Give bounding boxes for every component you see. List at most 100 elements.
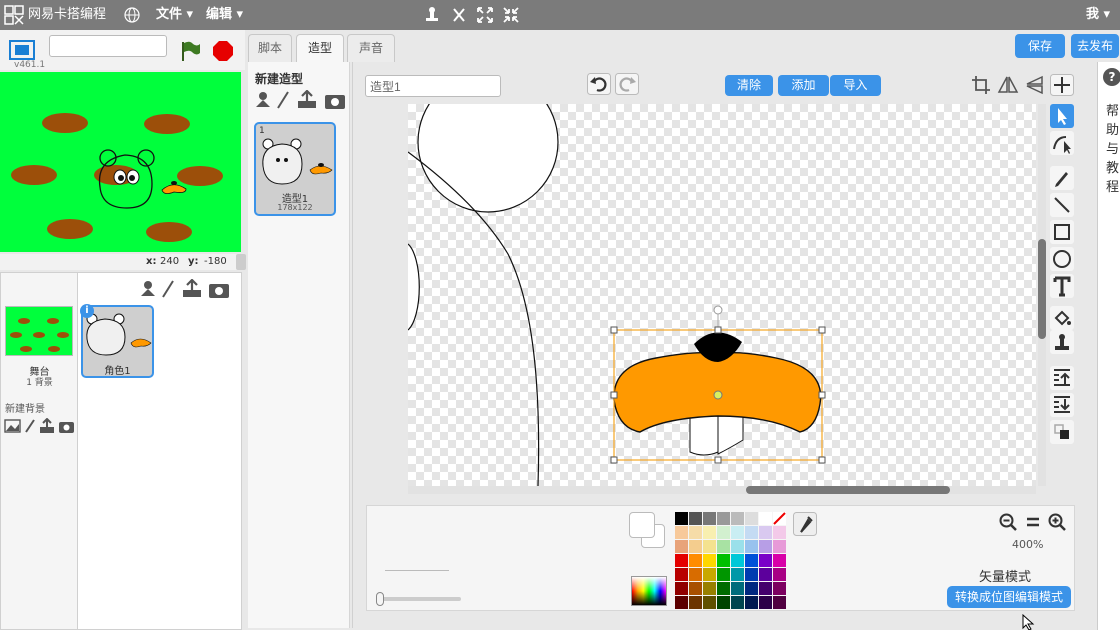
camera-backdrop-icon[interactable] bbox=[59, 422, 74, 433]
color-swatch[interactable] bbox=[689, 526, 702, 539]
color-swatch[interactable] bbox=[745, 568, 758, 581]
color-swatch[interactable] bbox=[759, 540, 772, 553]
color-swatch[interactable] bbox=[689, 582, 702, 595]
clear-button[interactable]: 清除 bbox=[725, 75, 773, 96]
color-swatch[interactable] bbox=[689, 596, 702, 609]
color-swatch[interactable] bbox=[703, 526, 716, 539]
line-width-slider-thumb[interactable] bbox=[376, 592, 384, 606]
user-menu[interactable]: 我 ▾ bbox=[1086, 0, 1110, 30]
color-swatch[interactable] bbox=[773, 582, 786, 595]
upload-costume-icon[interactable] bbox=[298, 90, 316, 108]
resize-handle[interactable] bbox=[818, 391, 826, 399]
color-swatch[interactable] bbox=[703, 554, 716, 567]
help-icon[interactable]: ? bbox=[1103, 68, 1120, 86]
upload-backdrop-icon[interactable] bbox=[40, 418, 54, 433]
zoom-in-icon[interactable] bbox=[1047, 512, 1067, 532]
collapse-stage-handle[interactable] bbox=[236, 254, 246, 270]
backdrop-library-icon[interactable] bbox=[4, 419, 21, 433]
color-swatch[interactable] bbox=[731, 526, 744, 539]
color-swatch[interactable] bbox=[703, 596, 716, 609]
color-swatch[interactable] bbox=[773, 596, 786, 609]
color-swatch[interactable] bbox=[717, 526, 730, 539]
color-swatch[interactable] bbox=[689, 568, 702, 581]
resize-handle[interactable] bbox=[714, 456, 722, 464]
color-swatch[interactable] bbox=[759, 554, 772, 567]
color-swatch[interactable] bbox=[675, 540, 688, 553]
no-color-icon[interactable] bbox=[773, 512, 786, 525]
color-swatch[interactable] bbox=[703, 512, 716, 525]
file-menu[interactable]: 文件 ▾ bbox=[156, 0, 193, 30]
color-palette[interactable] bbox=[675, 512, 787, 609]
stop-icon[interactable] bbox=[212, 40, 234, 62]
green-flag-icon[interactable] bbox=[180, 40, 202, 62]
line-tool-icon[interactable] bbox=[1050, 193, 1074, 217]
stamp-tool-icon[interactable] bbox=[1050, 330, 1074, 354]
set-center-icon[interactable] bbox=[1050, 74, 1074, 96]
color-swatch[interactable] bbox=[675, 568, 688, 581]
upload-sprite-icon[interactable] bbox=[183, 279, 201, 297]
grow-icon[interactable] bbox=[476, 6, 494, 24]
color-swatch[interactable] bbox=[717, 554, 730, 567]
sprite-library-icon[interactable] bbox=[141, 281, 155, 296]
eyedropper-icon[interactable] bbox=[793, 512, 817, 536]
sprite-name-input[interactable] bbox=[49, 35, 167, 57]
color-swatch[interactable] bbox=[675, 512, 688, 525]
drawing-canvas[interactable] bbox=[408, 104, 1036, 486]
publish-button[interactable]: 去发布 bbox=[1071, 34, 1119, 58]
color-swatch[interactable] bbox=[731, 596, 744, 609]
color-swatch[interactable] bbox=[745, 526, 758, 539]
horizontal-scrollbar[interactable] bbox=[408, 486, 1036, 494]
color-swatch[interactable] bbox=[675, 526, 688, 539]
redo-icon[interactable] bbox=[615, 73, 639, 95]
color-swatch[interactable] bbox=[675, 554, 688, 567]
tab-sounds[interactable]: 声音 bbox=[347, 34, 395, 62]
stage-thumbnail[interactable] bbox=[5, 306, 73, 356]
resize-handle[interactable] bbox=[610, 456, 618, 464]
resize-handle[interactable] bbox=[714, 326, 722, 334]
send-backward-icon[interactable] bbox=[1050, 393, 1074, 417]
flip-vertical-icon[interactable] bbox=[1024, 74, 1046, 96]
paint-sprite-icon[interactable] bbox=[162, 280, 174, 298]
color-swatch[interactable] bbox=[731, 582, 744, 595]
help-title[interactable]: 帮助与教程 bbox=[1106, 102, 1120, 197]
shrink-icon[interactable] bbox=[502, 6, 520, 24]
color-swatch[interactable] bbox=[703, 568, 716, 581]
group-icon[interactable] bbox=[1050, 420, 1074, 444]
paint-costume-icon[interactable] bbox=[277, 91, 289, 109]
color-swatch[interactable] bbox=[689, 540, 702, 553]
reshape-tool-icon[interactable] bbox=[1050, 131, 1074, 155]
flip-horizontal-icon[interactable] bbox=[996, 74, 1020, 96]
color-swatch[interactable] bbox=[703, 582, 716, 595]
cut-scissors-icon[interactable] bbox=[450, 6, 468, 24]
costume-name-input[interactable] bbox=[365, 75, 501, 97]
color-swatch[interactable] bbox=[731, 568, 744, 581]
color-swatch[interactable] bbox=[689, 512, 702, 525]
vertical-scroll-thumb[interactable] bbox=[1038, 239, 1046, 339]
color-swatch[interactable] bbox=[717, 540, 730, 553]
color-swatch[interactable] bbox=[745, 596, 758, 609]
camera-costume-icon[interactable] bbox=[325, 95, 345, 109]
rotate-handle[interactable] bbox=[713, 305, 723, 315]
color-swatch[interactable] bbox=[773, 568, 786, 581]
color-swatch[interactable] bbox=[731, 540, 744, 553]
color-swatch[interactable] bbox=[773, 526, 786, 539]
color-swatch[interactable] bbox=[759, 582, 772, 595]
save-button[interactable]: 保存 bbox=[1015, 34, 1065, 58]
vertical-scrollbar[interactable] bbox=[1038, 104, 1046, 486]
resize-handle[interactable] bbox=[610, 391, 618, 399]
center-handle[interactable] bbox=[713, 390, 723, 400]
color-swatch[interactable] bbox=[759, 596, 772, 609]
ellipse-tool-icon[interactable] bbox=[1050, 247, 1074, 271]
camera-sprite-icon[interactable] bbox=[209, 284, 229, 298]
color-swatch[interactable] bbox=[717, 582, 730, 595]
paint-backdrop-icon[interactable] bbox=[25, 419, 35, 433]
resize-handle[interactable] bbox=[818, 326, 826, 334]
color-swatch[interactable] bbox=[745, 512, 758, 525]
primary-color-swatch[interactable] bbox=[629, 512, 655, 538]
costume-library-icon[interactable] bbox=[256, 92, 270, 107]
tab-costumes[interactable]: 造型 bbox=[296, 34, 344, 64]
fill-tool-icon[interactable] bbox=[1050, 306, 1074, 330]
color-swatch[interactable] bbox=[731, 554, 744, 567]
line-width-slider[interactable] bbox=[376, 592, 461, 606]
color-swatch[interactable] bbox=[731, 512, 744, 525]
